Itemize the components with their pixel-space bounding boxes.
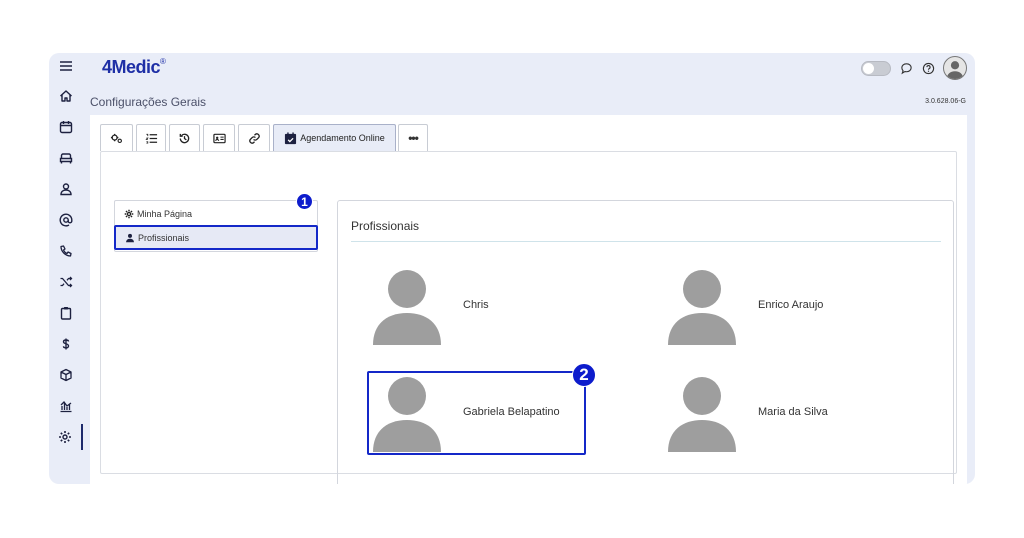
help-icon[interactable]: [921, 61, 935, 75]
tab-id-card[interactable]: [203, 124, 235, 151]
professional-card[interactable]: Chris: [371, 269, 601, 349]
annotation-badge-2: 2: [572, 363, 596, 387]
clipboard-icon[interactable]: [49, 300, 83, 326]
user-avatar[interactable]: [943, 56, 967, 80]
professional-name: Chris: [463, 299, 489, 311]
professionals-panel: Profissionais Chris Enrico Araujo Gabrie…: [337, 200, 954, 484]
calendar-icon[interactable]: [49, 114, 83, 140]
highlight-box: [367, 371, 586, 455]
calendar-check-icon: [285, 131, 297, 144]
title-divider: [351, 241, 941, 242]
sofa-icon[interactable]: [49, 145, 83, 171]
dollar-icon[interactable]: [49, 331, 83, 357]
gears-icon: [110, 133, 122, 143]
phone-icon[interactable]: [49, 238, 83, 264]
chart-icon[interactable]: [49, 393, 83, 419]
logo: 4Medic®: [102, 57, 166, 77]
main-content: Agendamento Online ••• Minha Página Prof…: [90, 115, 967, 484]
avatar-icon: [668, 377, 736, 452]
professional-card[interactable]: Enrico Araujo: [666, 269, 896, 349]
user-icon[interactable]: [49, 176, 83, 202]
left-menu: Minha Página Profissionais: [114, 200, 318, 252]
professional-name: Maria da Silva: [758, 406, 828, 418]
professional-card[interactable]: Maria da Silva: [666, 376, 896, 456]
professionals-title: Profissionais: [351, 219, 420, 233]
avatar-icon: [373, 270, 441, 345]
top-bar: 4Medic®: [83, 53, 975, 83]
sidebar: [49, 53, 83, 484]
menu-item-label: Minha Página: [137, 208, 193, 219]
home-icon[interactable]: [49, 83, 83, 109]
menu-item-profissionais[interactable]: Profissionais: [114, 225, 318, 250]
tab-panel: Minha Página Profissionais 1 Profissiona…: [100, 151, 957, 484]
more-icon: •••: [408, 131, 419, 145]
tab-list[interactable]: [136, 124, 166, 151]
chat-icon[interactable]: [899, 61, 913, 75]
tab-more[interactable]: •••: [398, 124, 428, 151]
history-icon: [179, 133, 190, 143]
tab-history[interactable]: [169, 124, 200, 151]
annotation-badge-1: 1: [296, 193, 313, 210]
avatar-icon: [668, 270, 736, 345]
tab-gears[interactable]: [100, 124, 133, 151]
id-card-icon: [212, 133, 226, 143]
tab-agendamento-online-label: Agendamento Online: [300, 133, 385, 143]
gear-icon: [124, 209, 134, 218]
theme-toggle[interactable]: [861, 60, 891, 76]
menu-icon[interactable]: [49, 53, 83, 79]
list-icon: [144, 133, 157, 144]
tab-link[interactable]: [238, 124, 270, 151]
top-icons: [861, 56, 967, 80]
link-icon: [248, 132, 260, 144]
menu-item-minha-pagina[interactable]: Minha Página: [115, 201, 317, 226]
tab-agendamento-online[interactable]: Agendamento Online: [273, 124, 396, 151]
page-title: Configurações Gerais: [90, 95, 207, 109]
shuffle-icon[interactable]: [49, 269, 83, 295]
app-window: 4Medic® Configurações Gerais 3.0.628.06-…: [49, 53, 975, 484]
version-label: 3.0.628.06-G: [925, 98, 966, 105]
menu-item-label: Profissionais: [138, 232, 190, 243]
professional-name: Enrico Araujo: [758, 299, 824, 311]
at-icon[interactable]: [49, 207, 83, 233]
box-icon[interactable]: [49, 362, 83, 388]
users-icon: [126, 233, 134, 242]
gear-icon[interactable]: [49, 424, 83, 450]
